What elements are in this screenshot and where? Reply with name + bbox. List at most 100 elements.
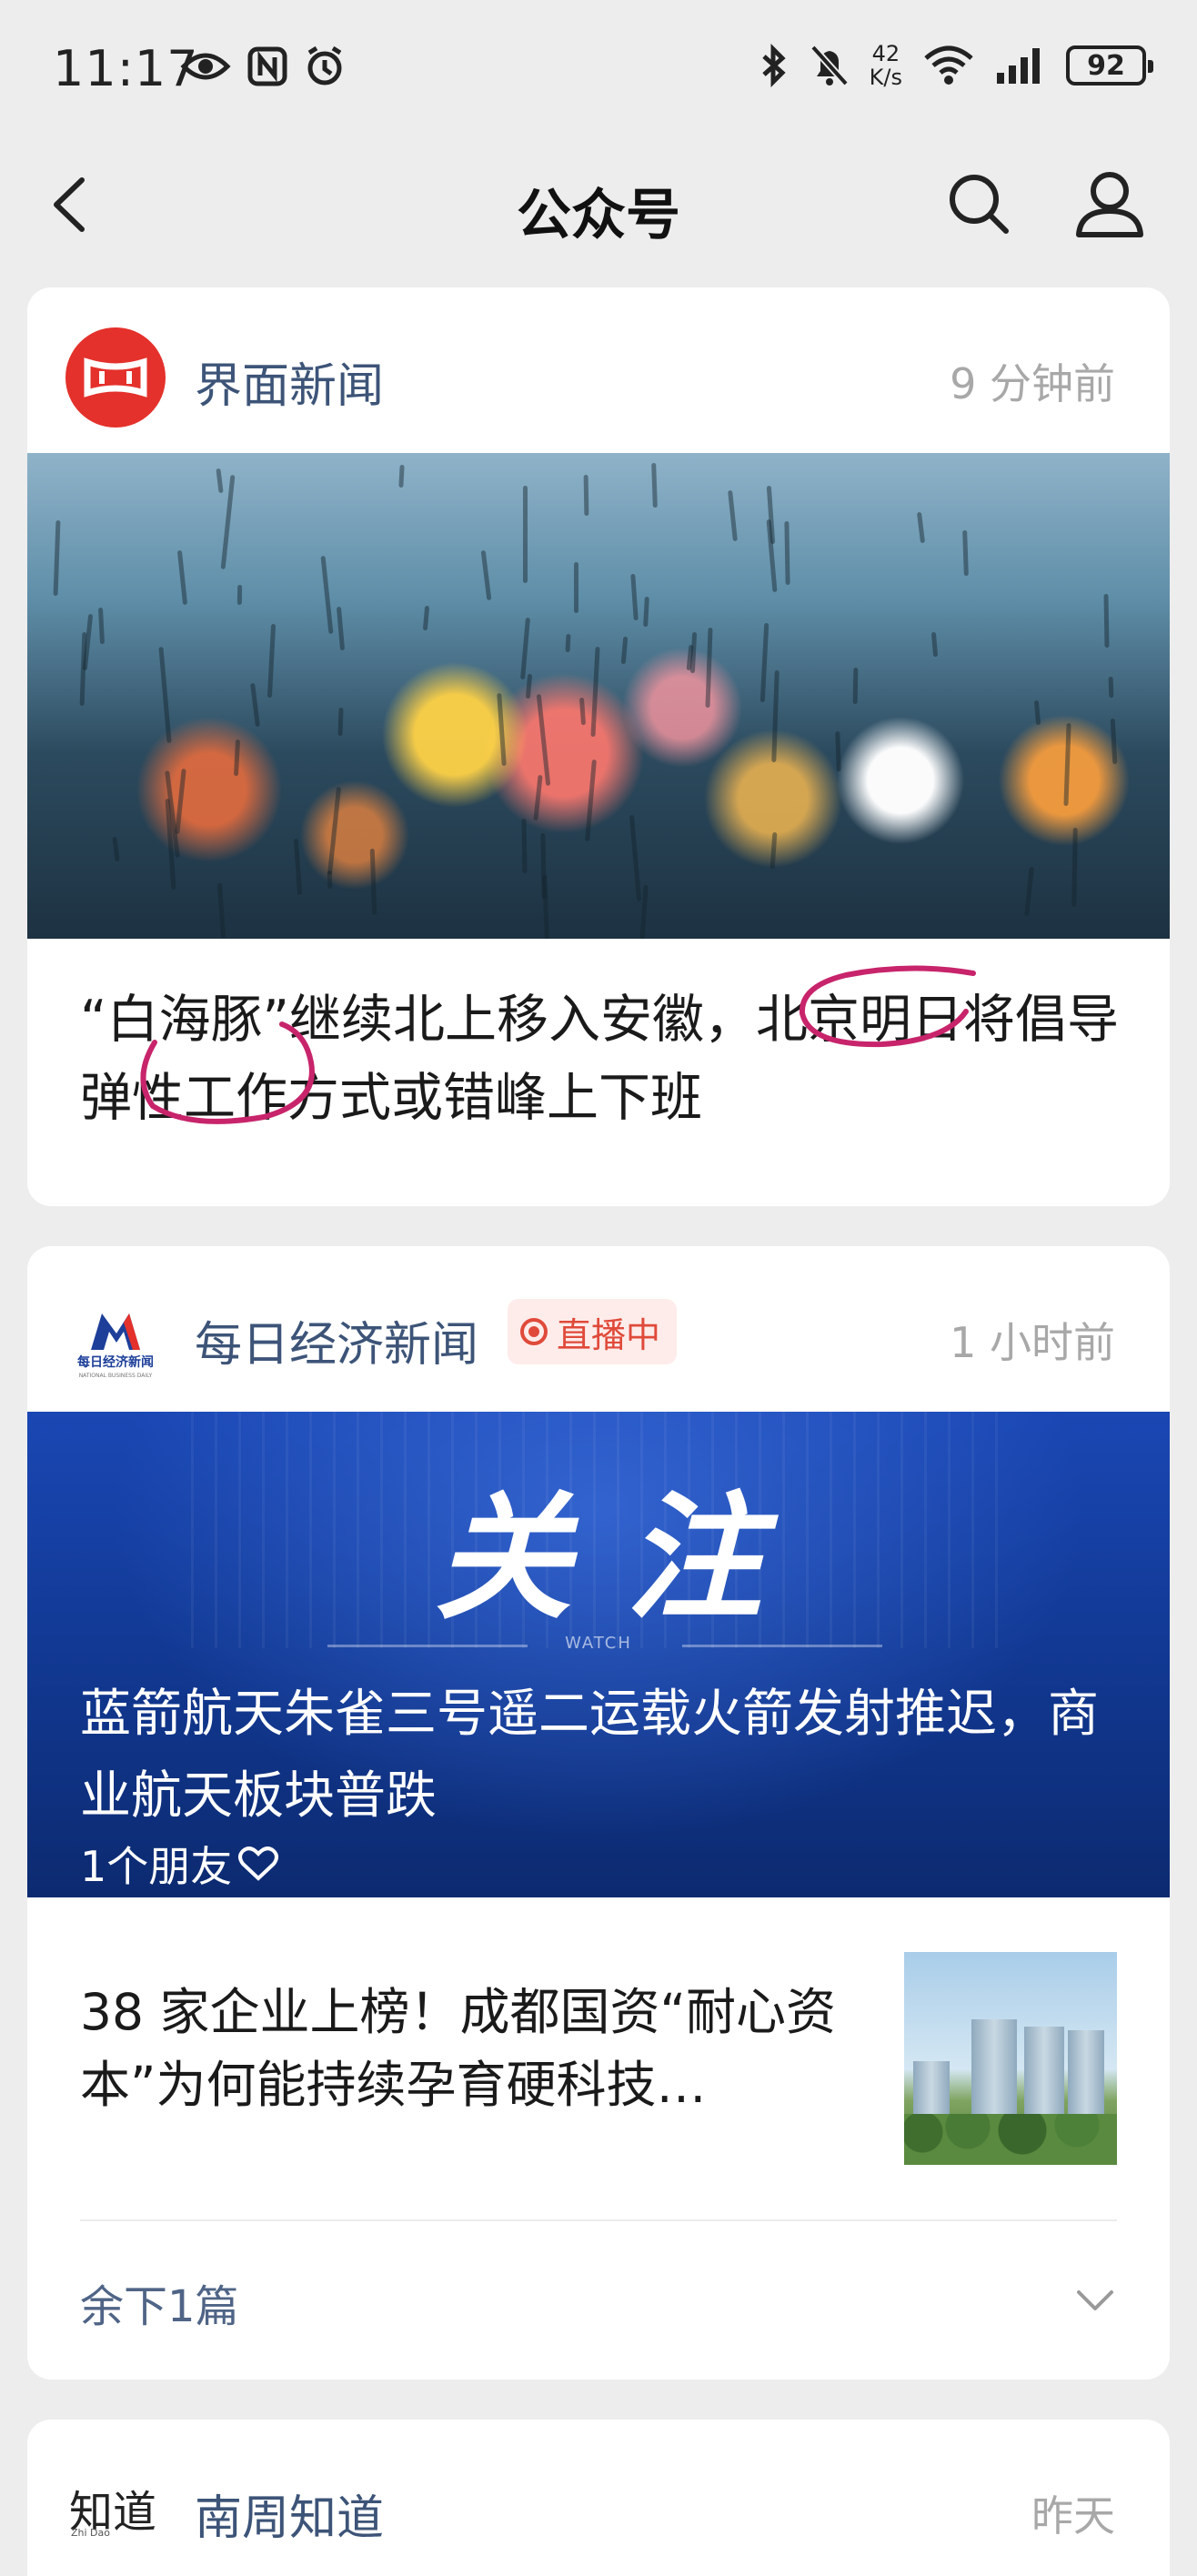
rain-streak (97, 607, 106, 645)
rain-streak (327, 787, 342, 875)
battery-indicator: 92 (1066, 45, 1153, 86)
rain-streak (480, 549, 492, 601)
cover-article-title[interactable]: 蓝箭航天朱雀三号遥二运载火箭发射推迟，商业航天板块普跌 (80, 1674, 1099, 1837)
mute-icon (810, 45, 849, 86)
rain-streak (267, 623, 277, 699)
rain-streak (398, 464, 405, 488)
rain-streak (629, 814, 642, 902)
account-name[interactable]: 界面新闻 (195, 347, 384, 416)
rain-streak (337, 707, 344, 737)
sub-article-thumbnail[interactable] (904, 1952, 1117, 2165)
mrjj-logo-icon[interactable]: 每日经济新闻 NATIONAL BUSINESS DAILY (65, 1286, 166, 1386)
rain-streak (520, 617, 530, 680)
status-time: 11:17 (53, 40, 199, 97)
sub-article-title[interactable]: 38 家企业上榜！成都国资“耐心资本”为何能持续孕育硬科技… (80, 1976, 899, 2121)
rain-streak (1103, 593, 1110, 649)
rain-streak (236, 584, 243, 606)
friends-liked: 1个朋友 (80, 1834, 279, 1894)
chevron-down-icon[interactable] (1073, 2278, 1117, 2321)
feed-card-mrjj[interactable]: 每日经济新闻 NATIONAL BUSINESS DAILY 每日经济新闻 直播… (27, 1246, 1170, 2380)
account-name[interactable]: 南周知道 (195, 2480, 384, 2548)
post-time: 昨天 (1031, 2491, 1115, 2541)
cover-article[interactable]: 关注 WATCH 蓝箭航天朱雀三号遥二运载火箭发射推迟，商业航天板块普跌 1个朋… (27, 1412, 1170, 1897)
status-bar: 11:17 42 K/s 92 (0, 0, 1197, 146)
nav-bar: 公众号 (0, 146, 1197, 264)
live-badge[interactable]: 直播中 (508, 1299, 678, 1364)
rain-streak (327, 870, 333, 890)
rain-streak (1063, 722, 1071, 807)
rain-streak (630, 573, 639, 621)
bluetooth-icon (761, 44, 786, 87)
profile-icon[interactable] (1073, 169, 1146, 238)
post-time: 9 分钟前 (950, 359, 1115, 408)
card-header: 界面新闻 9 分钟前 (27, 287, 1170, 453)
expand-remaining-articles[interactable]: 余下1篇 (27, 2221, 1170, 2380)
rain-streak (1110, 718, 1118, 765)
jiemian-logo-icon[interactable] (65, 327, 166, 428)
rain-streak (497, 692, 507, 767)
remaining-label: 余下1篇 (80, 2281, 239, 2332)
rain-streak (525, 673, 533, 699)
article-title[interactable]: “白海豚”继续北上移入安徽，北京明日将倡导弹性工作方式或错峰上下班 (80, 981, 1135, 1137)
rain-streak (620, 636, 629, 665)
rain-streak (523, 486, 528, 583)
rain-streak (578, 697, 587, 726)
rain-streak (176, 549, 188, 606)
feed-card-jiemian[interactable]: 界面新闻 9 分钟前 “白海豚”继续北上移入安徽，北京明日将倡导弹性工作方式或错… (27, 287, 1170, 1206)
sub-article[interactable]: 38 家企业上榜！成都国资“耐心资本”为何能持续孕育硬科技… (27, 1897, 1170, 2225)
rain-streak (216, 468, 224, 494)
rain-streak (369, 848, 377, 916)
rain-streak (112, 836, 120, 862)
rain-streak (590, 646, 600, 738)
rain-streak (216, 882, 226, 939)
rain-streak (643, 596, 649, 628)
banner-text: 关注 (434, 1480, 817, 1638)
rain-streak (574, 562, 578, 613)
post-time: 1 小时前 (950, 1318, 1115, 1367)
zhidao-logo-icon[interactable]: 知道 Zhi Dao (69, 2476, 169, 2540)
rain-streak (759, 622, 770, 703)
net-speed: 42 K/s (869, 41, 902, 90)
rain-streak (583, 474, 589, 517)
rain-streak (533, 774, 543, 821)
alarm-icon (307, 45, 342, 86)
rain-streak (565, 633, 571, 653)
rain-streak (852, 667, 859, 705)
rain-streak (233, 739, 241, 777)
rain-streak (784, 520, 790, 586)
card-header: 知道 Zhi Dao 南周知道 昨天 (27, 2420, 1170, 2576)
rain-streak (770, 831, 778, 870)
rain-streak (728, 489, 738, 542)
feed-card-nanzhou[interactable]: 知道 Zhi Dao 南周知道 昨天 (27, 2420, 1170, 2576)
rain-streak (336, 606, 346, 651)
rain-streak (1071, 827, 1078, 908)
rain-streak (835, 730, 841, 772)
rain-streak (1108, 676, 1114, 699)
search-icon[interactable] (946, 171, 1011, 236)
article-cover-image[interactable] (27, 453, 1170, 939)
rain-streak (293, 838, 303, 896)
heart-icon (238, 1846, 279, 1881)
rain-streak (250, 682, 260, 728)
live-icon (520, 1318, 548, 1345)
rain-streak (1024, 866, 1034, 917)
rain-streak (158, 646, 172, 744)
rain-streak (916, 511, 926, 544)
rain-streak (771, 669, 780, 763)
rain-streak (536, 694, 551, 786)
rain-streak (705, 627, 713, 709)
rain-streak (53, 519, 61, 597)
svg-text:NATIONAL BUSINESS DAILY: NATIONAL BUSINESS DAILY (79, 1373, 153, 1379)
rain-streak (1033, 699, 1041, 726)
nfc-icon (247, 46, 287, 86)
wifi-icon (924, 45, 973, 85)
account-name[interactable]: 每日经济新闻 (195, 1306, 478, 1374)
banner-watch-text: WATCH (565, 1634, 632, 1653)
card-header: 每日经济新闻 NATIONAL BUSINESS DAILY 每日经济新闻 直播… (27, 1246, 1170, 1412)
signal-icon (997, 48, 1040, 84)
rain-streak (930, 631, 939, 658)
rain-streak (175, 768, 186, 835)
rain-streak (521, 818, 528, 874)
rain-streak (766, 518, 778, 593)
rain-streak (962, 529, 969, 577)
